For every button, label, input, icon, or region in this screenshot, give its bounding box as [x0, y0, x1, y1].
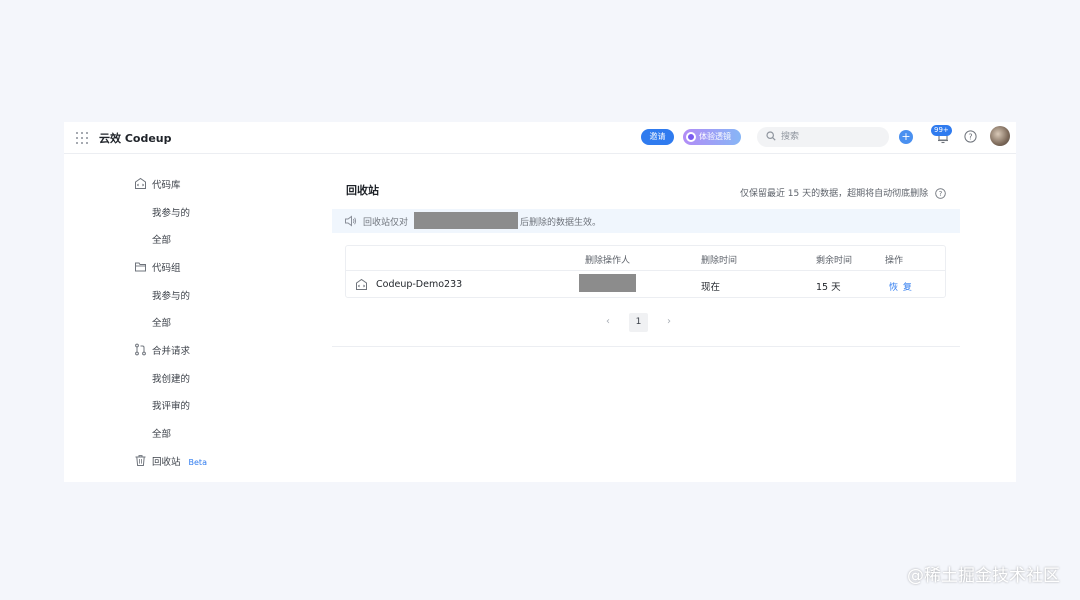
sidebar-item-merge-requests[interactable]: 合并请求 — [134, 340, 284, 360]
sidebar-item-label: 代码库 — [152, 180, 181, 191]
sidebar-item-groups[interactable]: 代码组 — [134, 257, 284, 277]
experience-label: 体验透镜 — [699, 132, 731, 141]
retention-note: 仅保留最近 15 天的数据，超期将自动彻底删除 ? — [740, 186, 946, 199]
lens-icon — [686, 132, 696, 142]
apps-grid-icon[interactable] — [76, 132, 88, 144]
recycle-bin-label: 回收站 — [152, 457, 181, 468]
redacted-block — [414, 212, 518, 229]
folder-icon — [135, 262, 146, 272]
col-remaining: 剩余时间 — [816, 256, 853, 266]
sidebar-item-label: 合并请求 — [152, 346, 191, 357]
sidebar-item-label: 代码组 — [152, 263, 181, 274]
retention-text: 仅保留最近 15 天的数据，超期将自动彻底删除 — [739, 189, 929, 199]
sidebar-item-repos-mine[interactable]: 我参与的 — [152, 205, 190, 219]
repo-icon — [135, 177, 146, 189]
experience-button[interactable]: 体验透镜 — [683, 129, 741, 145]
notice-suffix: 后删除的数据生效。 — [520, 218, 602, 228]
deleted-time: 现在 — [701, 282, 721, 293]
speaker-icon — [345, 215, 357, 227]
notice-prefix: 回收站仅对 — [363, 218, 409, 228]
repo-name: Codeup-Demo233 — [376, 279, 463, 290]
merge-request-icon — [135, 343, 146, 356]
search-box[interactable] — [757, 127, 889, 147]
recycle-table: 删除操作人 删除时间 剩余时间 操作 Codeup-Demo233 现在 15 … — [345, 245, 946, 298]
redacted-block — [579, 274, 636, 292]
help-icon[interactable]: ? — [964, 130, 977, 143]
avatar[interactable] — [990, 126, 1010, 146]
top-bar: 云效 Codeup 邀请 体验透镜 + 99+ ? — [64, 122, 1016, 154]
table-header: 删除操作人 删除时间 剩余时间 操作 — [346, 246, 945, 271]
search-input[interactable] — [781, 129, 881, 145]
sidebar-item-repos-all[interactable]: 全部 — [152, 232, 171, 246]
sidebar-item-repos[interactable]: 代码库 — [134, 174, 284, 194]
col-deleted-by: 删除操作人 — [585, 256, 631, 266]
repo-icon — [356, 278, 367, 290]
app-window: 云效 Codeup 邀请 体验透镜 + 99+ ? — [64, 122, 1016, 482]
svg-text:?: ? — [939, 190, 943, 198]
watermark: @稀土掘金技术社区 — [907, 566, 1060, 586]
prev-page-button[interactable]: ‹ — [606, 316, 610, 327]
sidebar-item-groups-mine[interactable]: 我参与的 — [152, 288, 190, 302]
beta-badge: Beta — [188, 458, 207, 467]
sidebar-item-mr-created[interactable]: 我创建的 — [152, 371, 190, 385]
trash-icon — [135, 455, 146, 466]
sidebar-item-groups-all[interactable]: 全部 — [152, 315, 171, 329]
sidebar-item-recycle-bin[interactable]: 回收站 Beta — [134, 451, 284, 471]
pagination: ‹ 1 › — [600, 313, 690, 333]
page-title: 回收站 — [346, 184, 379, 197]
help-icon[interactable]: ? — [935, 188, 946, 199]
divider — [332, 346, 960, 347]
table-row: Codeup-Demo233 现在 15 天 恢 复 — [346, 272, 945, 298]
add-button[interactable]: + — [899, 130, 913, 144]
search-icon — [766, 131, 776, 141]
svg-text:?: ? — [968, 132, 972, 141]
notification-badge: 99+ — [931, 125, 952, 136]
restore-button[interactable]: 恢 复 — [889, 280, 913, 293]
notice-banner: 回收站仅对 后删除的数据生效。 — [332, 209, 960, 233]
remaining-time: 15 天 — [816, 282, 841, 293]
sidebar-item-mr-reviewed[interactable]: 我评审的 — [152, 398, 190, 412]
col-deleted-time: 删除时间 — [701, 256, 738, 266]
sidebar-item-mr-all[interactable]: 全部 — [152, 426, 171, 440]
sidebar-item-label: 回收站 Beta — [152, 454, 207, 468]
col-action: 操作 — [885, 256, 904, 266]
invite-button[interactable]: 邀请 — [641, 129, 674, 145]
next-page-button[interactable]: › — [667, 316, 671, 327]
app-title[interactable]: 云效 Codeup — [99, 130, 172, 146]
page-number-button[interactable]: 1 — [629, 313, 648, 332]
